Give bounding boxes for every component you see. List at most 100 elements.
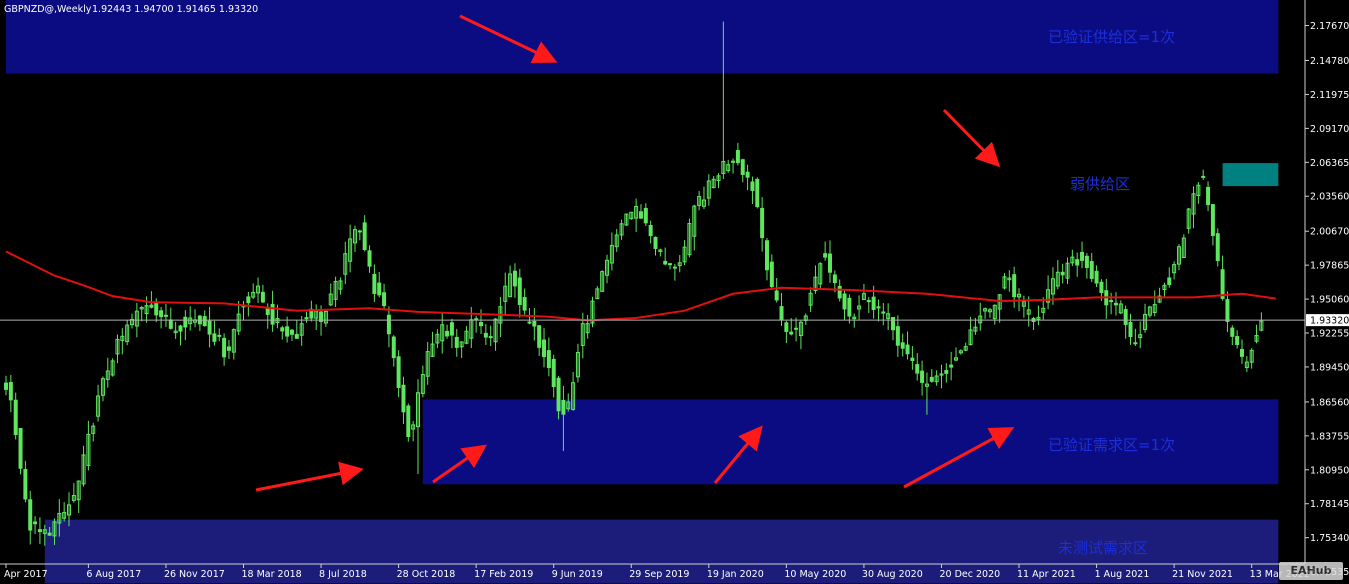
candle-body — [23, 468, 28, 500]
candle-body — [1080, 251, 1085, 261]
candle-body — [217, 334, 222, 337]
x-tick-label: 18 Mar 2018 — [242, 569, 302, 580]
candle-body — [789, 331, 794, 335]
y-tick-label: 1.92255 — [1310, 329, 1349, 340]
x-tick-label: 10 May 2020 — [784, 569, 846, 580]
zone-label: 已验证供给区=1次 — [1048, 28, 1175, 46]
candle-body — [159, 310, 164, 318]
candle-body — [542, 339, 547, 358]
y-tick-label: 1.78145 — [1310, 499, 1349, 510]
candle-body — [168, 319, 173, 329]
candle-body — [638, 211, 643, 219]
x-tick-label: 19 Jan 2020 — [707, 569, 764, 580]
candle-body — [488, 336, 493, 339]
x-tick-label: 17 Feb 2019 — [474, 569, 533, 580]
candle-body — [1225, 299, 1230, 322]
y-tick-label: 2.14780 — [1310, 56, 1349, 67]
candle-body — [537, 325, 542, 348]
candle-body — [672, 266, 677, 269]
candle-body — [260, 291, 265, 303]
candle-body — [226, 346, 231, 351]
candle-body — [663, 260, 668, 265]
candle-body — [832, 274, 837, 284]
x-tick-label: 29 Sep 2019 — [629, 569, 689, 580]
zone-label: 未测试需求区 — [1058, 539, 1148, 557]
chart-background — [0, 0, 1349, 584]
x-tick-label: 1 Aug 2021 — [1095, 569, 1150, 580]
candle-body — [246, 296, 251, 304]
candle-body — [8, 382, 13, 401]
candle-body — [949, 364, 954, 368]
candle-body — [512, 270, 517, 287]
y-tick-label: 2.00670 — [1310, 227, 1349, 238]
candle-body — [372, 273, 377, 294]
candle-body — [357, 230, 362, 233]
candle-body — [449, 322, 454, 336]
x-tick-label: Apr 2017 — [4, 569, 48, 580]
candle-body — [13, 399, 18, 436]
candle-body — [643, 207, 648, 224]
candle-body — [222, 337, 227, 358]
candle-body — [1167, 277, 1172, 286]
x-tick-label: 30 Aug 2020 — [862, 569, 923, 580]
y-tick-label: 1.89450 — [1310, 362, 1349, 373]
candle-body — [648, 224, 653, 237]
candle-body — [1235, 336, 1240, 345]
candle-body — [382, 292, 387, 307]
y-tick-label: 2.09170 — [1310, 124, 1349, 135]
candle-body — [1215, 233, 1220, 262]
candle-body — [944, 370, 949, 374]
candle-body — [367, 250, 372, 267]
candle-body — [37, 529, 42, 533]
candle-body — [391, 336, 396, 359]
candle-body — [847, 297, 852, 317]
candle-body — [294, 333, 299, 339]
candle-body — [1230, 327, 1235, 337]
candle-body — [454, 336, 459, 348]
x-tick-label: 6 Aug 2017 — [86, 569, 141, 580]
candle-body — [779, 306, 784, 321]
y-tick-label: 2.06365 — [1310, 158, 1349, 169]
y-tick-label: 1.86560 — [1310, 397, 1349, 408]
candle-body — [4, 382, 8, 390]
x-tick-label: 28 Oct 2018 — [397, 569, 456, 580]
candle-body — [406, 405, 411, 438]
candle-body — [149, 304, 154, 308]
candle-body — [745, 171, 750, 178]
y-tick-label: 1.97865 — [1310, 261, 1349, 272]
candle-body — [653, 236, 658, 249]
candle-body — [178, 325, 183, 332]
candle-body — [1012, 274, 1017, 298]
x-tick-label: 20 Dec 2020 — [939, 569, 1000, 580]
candle-body — [1123, 309, 1128, 325]
candle-body — [784, 322, 789, 332]
ohlc-header: 1.92443 1.94700 1.91465 1.93320 — [92, 4, 258, 15]
candle-body — [910, 357, 915, 361]
candle-body — [154, 301, 159, 316]
candle-body — [1060, 271, 1065, 276]
candle-body — [794, 327, 799, 330]
y-tick-label: 1.75340 — [1310, 533, 1349, 544]
candle-body — [527, 321, 532, 324]
x-tick-label: 21 Nov 2021 — [1172, 569, 1233, 580]
candle-body — [900, 342, 905, 349]
symbol-header: GBPNZD@,Weekly — [4, 4, 92, 15]
current-price-label: 1.93320 — [1310, 316, 1349, 327]
candle-body — [905, 344, 910, 355]
candle-body — [202, 316, 207, 327]
candle-body — [207, 320, 212, 335]
candle-body — [1075, 259, 1080, 266]
candle-body — [18, 428, 23, 469]
candle-body — [1099, 281, 1104, 293]
candle-body — [750, 181, 755, 191]
watermark-badge: EAHub — [1279, 562, 1343, 580]
candle-body — [479, 322, 484, 327]
candle-body — [522, 297, 527, 311]
y-tick-label: 2.17670 — [1310, 21, 1349, 32]
candle-body — [1210, 204, 1215, 236]
x-tick-label: 26 Nov 2017 — [164, 569, 225, 580]
candle-body — [386, 314, 391, 335]
candle-body — [401, 384, 406, 413]
candle-body — [1206, 186, 1211, 206]
candle-body — [517, 277, 522, 305]
